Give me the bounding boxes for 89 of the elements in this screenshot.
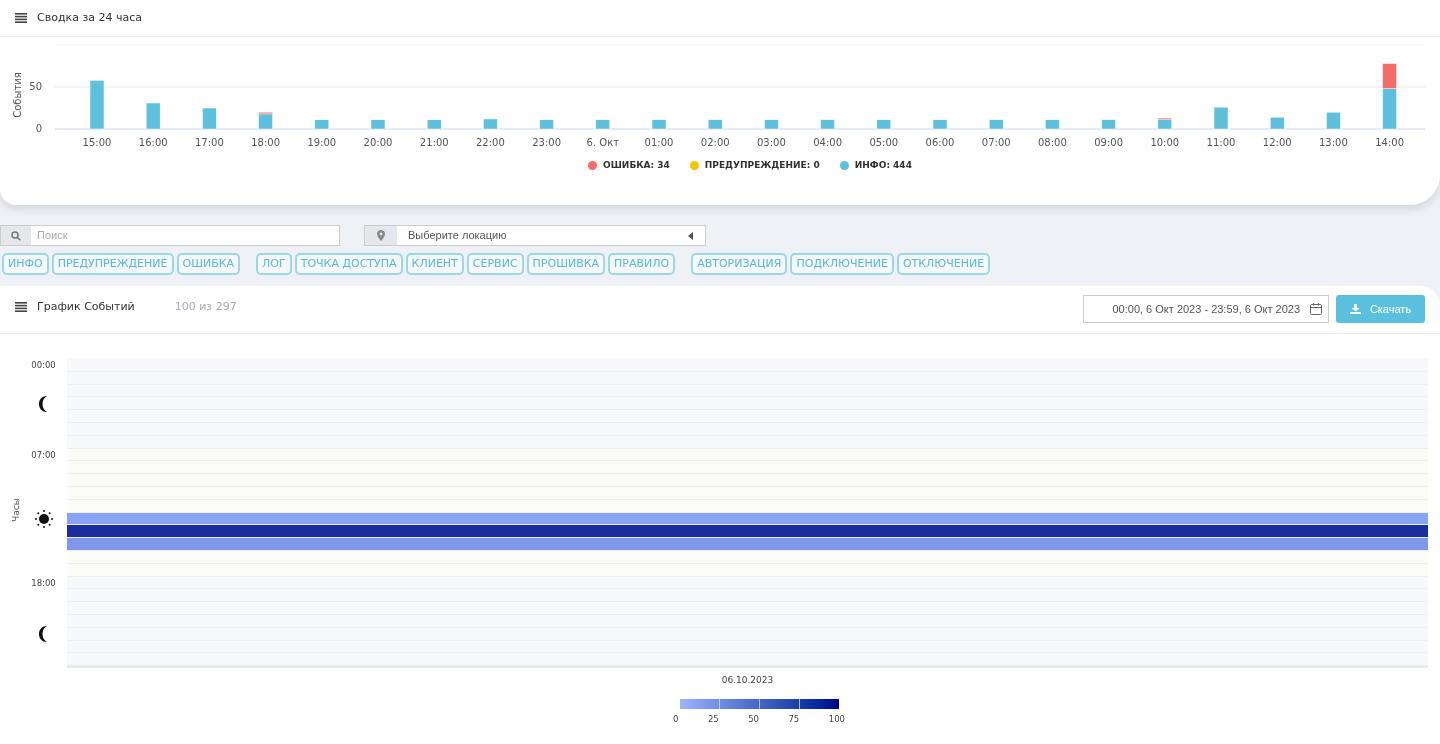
bar [1213,106,1229,130]
x-tick-label: 03:00 [757,137,786,148]
download-button[interactable]: Скачать [1336,295,1425,323]
x-tick-label: 22:00 [476,137,505,148]
x-tick-label: 08:00 [1038,137,1067,148]
filter-chip[interactable]: ОТКЛЮЧЕНИЕ [896,253,991,275]
x-tick-label: 16:00 [138,137,168,148]
scale-label: 25 [707,712,719,726]
search-input[interactable]: Поиск [31,226,339,245]
x-tick-label: 11:00 [1206,137,1236,148]
search-icon [11,230,21,241]
bar [1326,111,1341,130]
sun-icon [34,509,53,528]
x-tick-label: 01:00 [644,137,674,148]
x-tick-label: 05:00 [869,137,899,148]
bar [370,119,386,130]
x-tick-label: 23:00 [532,137,561,148]
bar [426,119,442,130]
bar [1101,119,1116,130]
bar [707,119,723,130]
x-tick-label: 07:00 [981,137,1011,148]
legend-label[interactable]: ПРЕДУПРЕЖДЕНИЕ: 0 [704,159,820,173]
filter-chip[interactable]: КЛИЕНТ [405,253,464,275]
x-tick-label: 09:00 [1094,137,1123,148]
x-tick-label: 12:00 [1262,137,1292,148]
bar [314,119,330,130]
x-tick-label: 18:00 [251,137,280,148]
bar [1045,119,1060,130]
caret-icon [688,231,693,240]
y-tick-label: 0 [35,123,42,134]
card-title: Сводка за 24 часа [37,9,142,26]
x-tick-label: 02:00 [700,137,730,148]
event-count: 100 из 297 [174,299,237,315]
x-tick-label: 10:00 [1150,137,1180,148]
date-range-field[interactable]: 00:00, 6 Окт 2023 - 23:59, 6 Окт 2023 [1083,295,1329,323]
search-field[interactable]: Поиск [0,225,340,246]
x-axis-label: 06.10.2023 [721,674,774,688]
bar [988,119,1004,130]
x-tick-label: 04:00 [813,137,842,148]
calendar-icon [1310,303,1322,315]
bar [483,118,498,130]
location-select[interactable]: Выберите локацию [364,225,706,246]
filter-chip[interactable]: СЕРВИС [466,253,524,275]
hour-label: 18:00 [31,576,56,590]
y-axis-title: Часы [10,498,22,522]
bar [595,119,611,130]
menu-icon [15,13,27,23]
y-axis-title: События [12,72,23,118]
scale-label: 75 [788,712,800,726]
map-pin-icon [377,230,385,241]
hour-label: 00:00 [31,359,56,372]
bar [202,107,217,130]
bar [932,119,948,130]
x-tick-label: 15:00 [82,137,112,148]
menu-icon [15,302,27,313]
filter-chip[interactable]: ИНФО [2,253,49,275]
filter-chip[interactable]: АВТОРИЗАЦИЯ [691,253,788,275]
card-title: График Событий [37,299,135,315]
bar [145,102,161,130]
bar [1269,117,1285,130]
filter-chip[interactable]: ПРОШИВКА [526,253,605,275]
scale-label: 0 [673,712,679,726]
scale-label: 50 [748,712,759,726]
bar [820,119,835,130]
filter-chip[interactable]: ОШИБКА [176,253,241,275]
x-tick-label: 14:00 [1375,137,1404,148]
bar [89,80,105,130]
y-tick-label: 50 [29,81,42,92]
hour-label: 07:00 [31,448,56,462]
download-icon [1349,304,1361,314]
x-tick-label: 20:00 [363,137,393,148]
bar [764,119,779,130]
legend-label[interactable]: ИНФО: 444 [854,159,912,173]
scale-label: 100 [828,712,845,726]
x-tick-label: 13:00 [1319,137,1348,148]
x-tick-label: 6. Окт [586,137,620,148]
filter-chip[interactable]: ПОДКЛЮЧЕНИЕ [790,253,894,275]
filter-chip[interactable]: ЛОГ [256,253,292,275]
x-tick-label: 21:00 [419,137,449,148]
filter-chip[interactable]: ПРАВИЛО [608,253,676,275]
x-tick-label: 06:00 [925,137,955,148]
bar [651,119,667,130]
filter-chip[interactable]: ТОЧКА ДОСТУПА [294,253,403,275]
x-tick-label: 17:00 [195,137,224,148]
bar [876,119,892,130]
filter-chip[interactable]: ПРЕДУПРЕЖДЕНИЕ [51,253,174,275]
bar [539,119,554,130]
x-tick-label: 19:00 [307,137,337,148]
legend-label[interactable]: ОШИБКА: 34 [603,159,670,173]
